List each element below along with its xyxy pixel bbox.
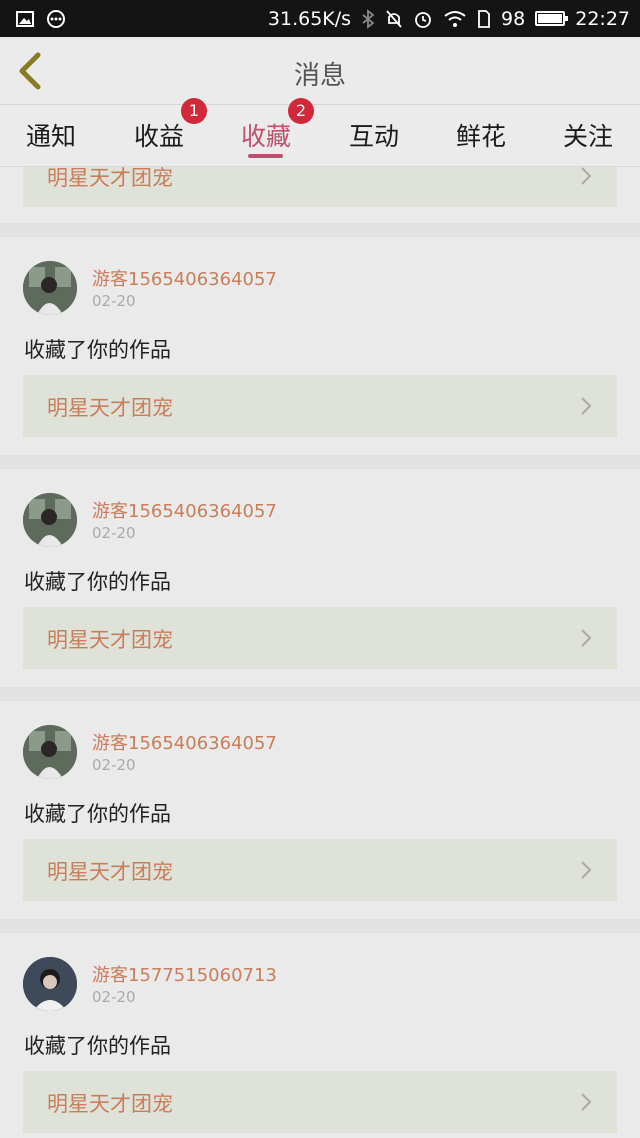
status-bar: 31.65K/s 98 22:27 [0,0,640,37]
avatar[interactable] [23,725,77,779]
action-text: 收藏了你的作品 [24,570,171,594]
list-item: 游客1565406364057 02-20 收藏了你的作品 明星天才团宠 [0,701,640,919]
user-name[interactable]: 游客1565406364057 [92,497,277,523]
clock: 22:27 [575,7,630,30]
user-name[interactable]: 游客1565406364057 [92,729,277,755]
wifi-icon [444,10,466,27]
battery-icon [535,11,569,26]
work-title: 明星天才团宠 [47,1092,173,1116]
image-icon [16,11,34,27]
tab-follow[interactable]: 关注 [563,117,613,153]
date: 02-20 [92,292,136,310]
work-link[interactable]: 明星天才团宠 [23,607,617,669]
date: 02-20 [92,756,136,774]
badge-earnings: 1 [181,98,207,124]
nav-bar: 消息 [0,37,640,105]
tab-flowers[interactable]: 鲜花 [456,117,506,153]
work-link[interactable]: 明星天才团宠 [23,375,617,437]
page-title: 消息 [293,61,346,91]
tab-interactions[interactable]: 互动 [349,117,399,153]
work-title: 明星天才团宠 [47,860,173,884]
chevron-right-icon [581,1093,592,1111]
user-name[interactable]: 游客1565406364057 [92,265,277,291]
action-text: 收藏了你的作品 [24,802,171,826]
avatar[interactable] [23,493,77,547]
action-text: 收藏了你的作品 [24,1034,171,1058]
favorites-list: 明星天才团宠 游客1565406364057 02-20 收藏了你的作品 明星天… [0,167,640,1138]
user-name[interactable]: 游客1577515060713 [92,961,277,987]
list-item: 明星天才团宠 [0,167,640,223]
mute-icon [386,9,402,28]
date: 02-20 [92,988,136,1006]
work-title: 明星天才团宠 [47,167,173,190]
tab-bar: 通知 收益 1 收藏 2 互动 鲜花 关注 [0,98,640,167]
chat-icon [47,10,65,28]
sim-icon [478,9,490,28]
chevron-right-icon [581,397,592,415]
avatar[interactable] [23,261,77,315]
list-item: 游客1565406364057 02-20 收藏了你的作品 明星天才团宠 [0,469,640,687]
network-speed: 31.65K/s [267,7,352,30]
tab-active-indicator [248,154,283,158]
avatar[interactable] [23,957,77,1011]
work-title: 明星天才团宠 [47,396,173,420]
chevron-right-icon [581,167,592,185]
action-text: 收藏了你的作品 [24,338,171,362]
bluetooth-icon [362,8,375,29]
list-item: 游客1565406364057 02-20 收藏了你的作品 明星天才团宠 [0,237,640,455]
tab-earnings[interactable]: 收益 [134,117,184,153]
work-title: 明星天才团宠 [47,628,173,652]
work-link[interactable]: 明星天才团宠 [23,839,617,901]
work-link[interactable]: 明星天才团宠 [23,167,617,207]
alarm-icon [415,11,431,28]
battery-level: 98 [501,7,526,30]
chevron-right-icon [581,861,592,879]
date: 02-20 [92,524,136,542]
chevron-right-icon [581,629,592,647]
tab-favorites[interactable]: 收藏 [241,117,291,153]
badge-favorites: 2 [288,98,314,124]
list-item: 游客1577515060713 02-20 收藏了你的作品 明星天才团宠 [0,933,640,1138]
work-link[interactable]: 明星天才团宠 [23,1071,617,1133]
tab-notifications[interactable]: 通知 [26,117,76,153]
